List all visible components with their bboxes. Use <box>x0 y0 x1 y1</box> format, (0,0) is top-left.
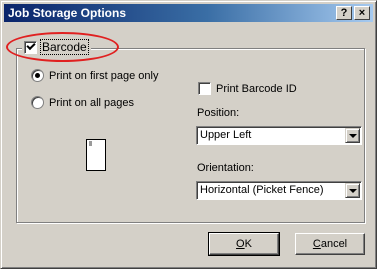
radio-dot-icon <box>35 73 40 78</box>
orientation-value: Horizontal (Picket Fence) <box>200 184 324 196</box>
window-title: Job Storage Options <box>8 6 127 20</box>
radio-first-page-only[interactable]: Print on first page only <box>31 69 158 82</box>
ok-label-rest: K <box>244 238 252 250</box>
cancel-label-rest: ancel <box>320 238 348 250</box>
position-select[interactable]: Upper Left <box>196 126 362 145</box>
chevron-down-icon <box>349 134 357 138</box>
cancel-button[interactable]: Cancel <box>295 233 365 255</box>
position-value: Upper Left <box>200 129 252 141</box>
print-barcode-id-checkbox[interactable] <box>198 82 211 95</box>
position-label: Position: <box>197 107 240 119</box>
radio-first-page-label: Print on first page only <box>49 69 159 82</box>
position-dropdown-button[interactable] <box>345 128 360 143</box>
print-barcode-id-row[interactable]: Print Barcode ID <box>198 82 297 95</box>
radio-button-selected[interactable] <box>31 69 44 82</box>
orientation-dropdown-button[interactable] <box>345 183 360 198</box>
help-icon: ? <box>340 7 348 19</box>
ok-button[interactable]: OK <box>208 232 280 256</box>
radio-all-pages[interactable]: Print on all pages <box>31 96 134 109</box>
orientation-label: Orientation: <box>197 162 254 174</box>
help-button[interactable]: ? <box>336 6 352 20</box>
radio-button-unselected[interactable] <box>31 96 44 109</box>
barcode-page-icon: ||| <box>86 139 106 171</box>
radio-all-pages-label: Print on all pages <box>49 96 134 109</box>
highlight-annotation-ellipse <box>6 32 119 62</box>
ok-mnemonic: O <box>236 238 245 250</box>
cancel-mnemonic: C <box>312 238 321 250</box>
close-icon: × <box>358 7 366 19</box>
chevron-down-icon <box>349 189 357 193</box>
title-bar[interactable]: Job Storage Options ? × <box>4 4 373 22</box>
orientation-select[interactable]: Horizontal (Picket Fence) <box>196 181 362 200</box>
ok-button-label: OK <box>236 238 252 250</box>
barcode-mark-icon: ||| <box>89 141 92 147</box>
close-button[interactable]: × <box>354 6 370 20</box>
print-barcode-id-label: Print Barcode ID <box>216 82 297 95</box>
job-storage-options-dialog: Job Storage Options ? × Barcode Print on… <box>0 0 377 269</box>
cancel-button-label: Cancel <box>313 238 347 250</box>
